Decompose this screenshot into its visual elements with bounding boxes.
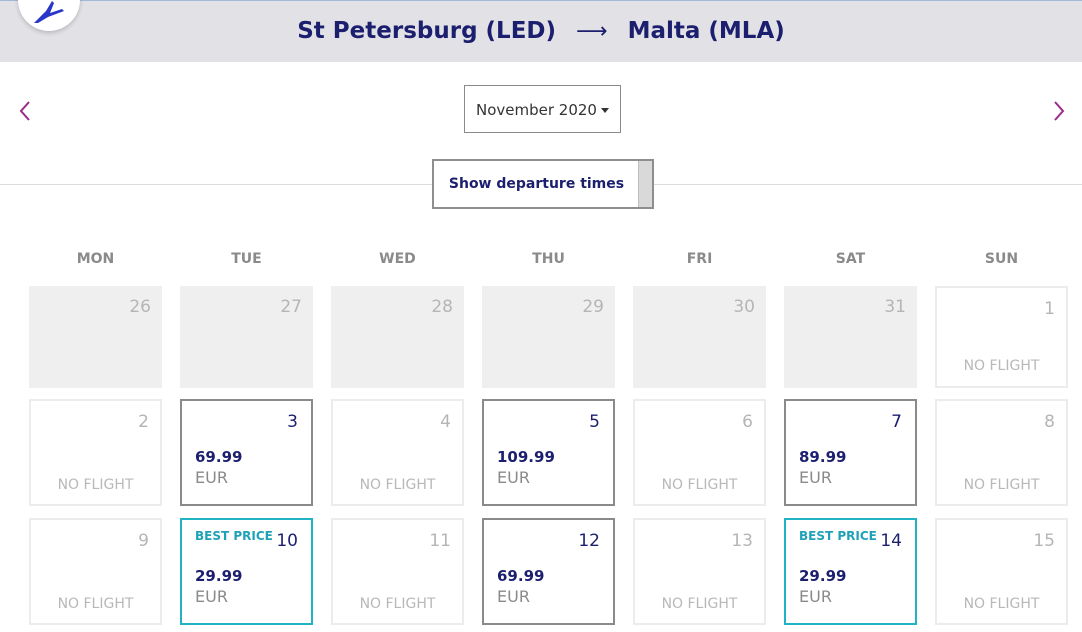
fare-currency: EUR [497,587,530,606]
best-price-badge: BEST PRICE [799,529,877,543]
calendar-day-cell: 1 NO FLIGHT [935,286,1068,388]
fare-price: 69.99 [497,567,545,585]
fare-price: 109.99 [497,448,555,466]
fare-currency: EUR [799,468,832,487]
show-departure-times-label: Show departure times [448,176,625,192]
fare-price: 89.99 [799,448,847,466]
calendar-day-cell[interactable]: 10 BEST PRICE 29.99 EUR [180,518,313,625]
calendar-day-cell: 30 [633,286,766,388]
previous-month-button[interactable] [16,100,36,122]
calendar-day-cell[interactable]: 5 109.99 EUR [482,399,615,506]
no-flight-label: NO FLIGHT [661,596,738,612]
no-flight-label: NO FLIGHT [359,477,436,493]
no-flight-label: NO FLIGHT [661,477,738,493]
day-number: 8 [1044,412,1055,432]
day-number: 10 [276,531,298,551]
day-number: 11 [429,531,451,551]
chevron-left-icon [19,101,30,121]
fare-currency: EUR [497,468,530,487]
calendar-day-cell: 27 [180,286,313,388]
day-number: 6 [742,412,753,432]
show-departure-times-button[interactable]: Show departure times [432,159,654,209]
month-select[interactable]: November 2020 [464,85,621,133]
calendar-day-cell: 13 NO FLIGHT [633,518,766,625]
day-number: 4 [440,412,451,432]
day-number: 26 [129,297,151,317]
day-number: 31 [884,297,906,317]
toggle-strip [638,161,652,207]
no-flight-label: NO FLIGHT [359,596,436,612]
day-number: 9 [138,531,149,551]
calendar-day-cell: 6 NO FLIGHT [633,399,766,506]
day-number: 28 [431,297,453,317]
day-number: 7 [891,412,902,432]
day-number: 29 [582,297,604,317]
day-number: 1 [1044,299,1055,319]
day-number: 14 [880,531,902,551]
calendar-day-cell: 2 NO FLIGHT [29,399,162,506]
fare-price: 29.99 [195,567,243,585]
calendar-day-cell[interactable]: 7 89.99 EUR [784,399,917,506]
calendar-day-cell[interactable]: 12 69.99 EUR [482,518,615,625]
weekday-header: THU [532,251,565,267]
calendar-day-cell: 31 [784,286,917,388]
fare-price: 29.99 [799,567,847,585]
day-number: 12 [578,531,600,551]
no-flight-label: NO FLIGHT [963,358,1040,374]
weekday-header: FRI [686,251,713,267]
weekday-header: WED [379,251,416,267]
no-flight-label: NO FLIGHT [57,477,134,493]
next-month-button[interactable] [1050,100,1070,122]
route-arrow-icon: ⟶ [576,19,608,44]
fare-currency: EUR [195,468,228,487]
day-number: 3 [287,412,298,432]
calendar-day-cell: 26 [29,286,162,388]
weekday-header: MON [76,251,115,267]
no-flight-label: NO FLIGHT [963,477,1040,493]
best-price-badge: BEST PRICE [195,529,273,543]
calendar-day-cell: 4 NO FLIGHT [331,399,464,506]
day-number: 27 [280,297,302,317]
weekday-header: TUE [231,251,262,267]
day-number: 13 [731,531,753,551]
destination-label: Malta (MLA) [627,18,785,44]
day-number: 5 [589,412,600,432]
route-header: St Petersburg (LED) ⟶ Malta (MLA) [0,0,1082,62]
fare-currency: EUR [195,587,228,606]
fare-price: 69.99 [195,448,243,466]
caret-down-icon [601,108,609,113]
calendar-day-cell: 29 [482,286,615,388]
fare-currency: EUR [799,587,832,606]
calendar-day-cell: 8 NO FLIGHT [935,399,1068,506]
no-flight-label: NO FLIGHT [963,596,1040,612]
calendar-day-cell: 9 NO FLIGHT [29,518,162,625]
weekday-header: SUN [984,251,1019,267]
chevron-right-icon [1054,101,1065,121]
month-select-value: November 2020 [476,101,597,119]
calendar-day-cell[interactable]: 3 69.99 EUR [180,399,313,506]
day-number: 30 [733,297,755,317]
route-title: St Petersburg (LED) ⟶ Malta (MLA) [0,18,1082,44]
day-number: 2 [138,412,149,432]
calendar-day-cell: 11 NO FLIGHT [331,518,464,625]
day-number: 15 [1033,531,1055,551]
origin-label: St Petersburg (LED) [297,18,557,44]
weekday-header: SAT [835,251,866,267]
calendar-day-cell[interactable]: 14 BEST PRICE 29.99 EUR [784,518,917,625]
calendar-day-cell: 28 [331,286,464,388]
calendar-day-cell: 15 NO FLIGHT [935,518,1068,625]
no-flight-label: NO FLIGHT [57,596,134,612]
